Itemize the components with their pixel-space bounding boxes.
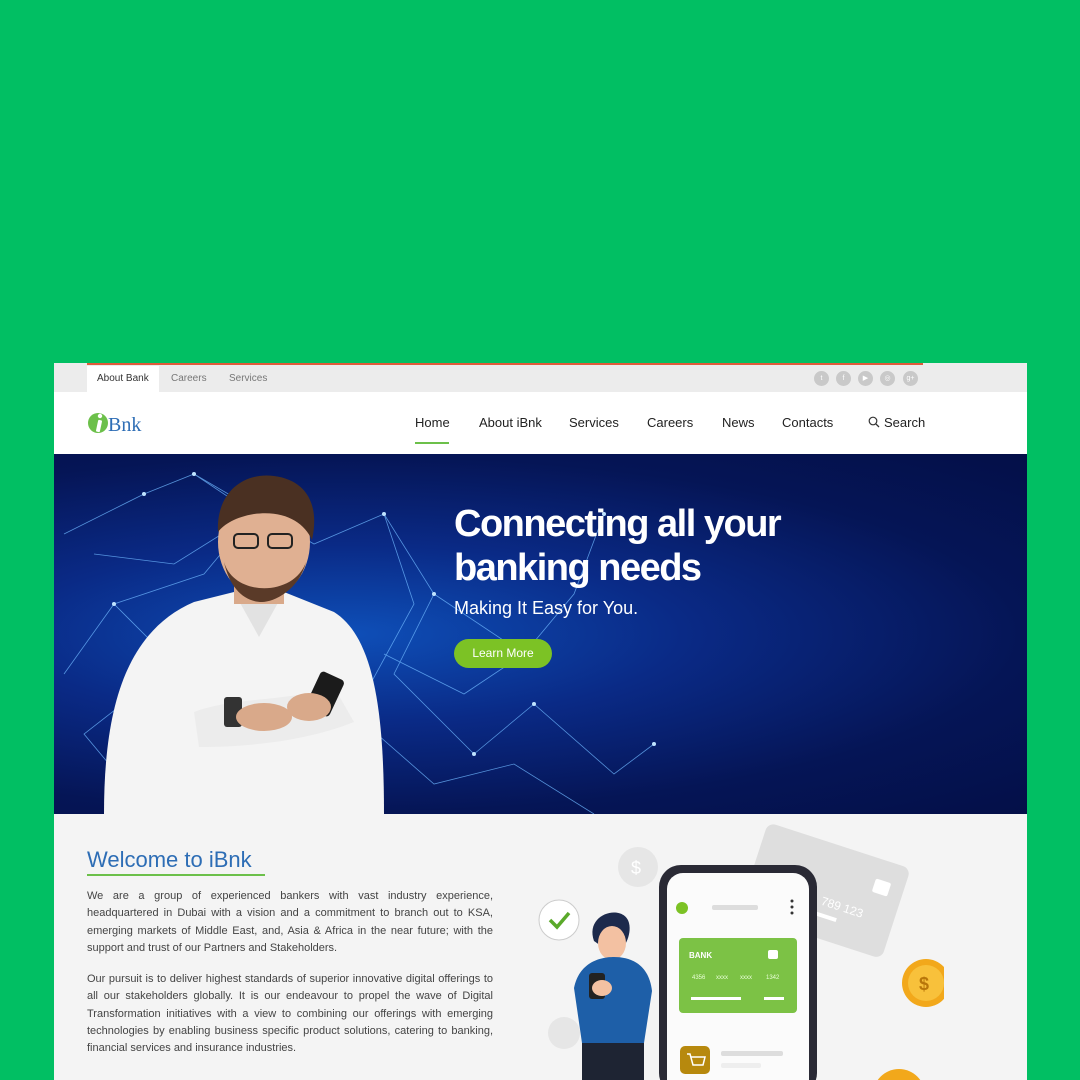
website-screenshot: About Bank Careers Services t f ▶ ◎ g+ B… [54, 363, 1027, 1080]
svg-text:1342: 1342 [766, 975, 780, 981]
welcome-paragraph-1: We are a group of experienced bankers wi… [87, 890, 493, 954]
nav-search[interactable]: Search [884, 415, 925, 430]
svg-text:4356: 4356 [692, 975, 706, 981]
hero-banner: Connecting all your banking needs Making… [54, 454, 1027, 814]
top-bar: About Bank Careers Services t f ▶ ◎ g+ [54, 363, 1027, 392]
hero-title: Connecting all your banking needs [454, 503, 782, 589]
nav-careers[interactable]: Careers [647, 415, 693, 430]
search-icon[interactable] [868, 416, 880, 428]
google-plus-icon[interactable]: g+ [903, 371, 918, 386]
top-accent-line [87, 363, 923, 365]
toplink-services[interactable]: Services [219, 366, 277, 392]
logo-i-icon [88, 413, 108, 433]
nav-services[interactable]: Services [569, 415, 619, 430]
facebook-icon[interactable]: f [836, 371, 851, 386]
faint-coin-symbol: $ [631, 858, 641, 878]
toplink-careers[interactable]: Careers [161, 366, 217, 392]
main-navbar: Bnk Home About iBnk Services Careers New… [54, 392, 1027, 454]
welcome-underline [87, 874, 265, 876]
toplink-about-bank[interactable]: About Bank [87, 366, 159, 392]
nav-about-ibnk[interactable]: About iBnk [479, 415, 542, 430]
logo-text: Bnk [108, 414, 142, 436]
man-with-phone-image [104, 475, 384, 814]
nav-home[interactable]: Home [415, 415, 450, 430]
svg-text:xxxx: xxxx [740, 975, 752, 981]
welcome-paragraph-2: Our pursuit is to deliver highest standa… [87, 973, 493, 1055]
mobile-banking-illustration: 789 123 $ BANK 4356 xxxx xxxx 1342 $ [524, 823, 950, 1080]
gold-coin-symbol: $ [919, 974, 929, 994]
illustration-graphic: 789 123 $ BANK 4356 xxxx xxxx 1342 $ [538, 824, 950, 1080]
nav-active-indicator [415, 442, 449, 444]
hero-subtitle: Making It Easy for You. [454, 598, 639, 618]
twitter-icon[interactable]: t [814, 371, 829, 386]
welcome-title: Welcome to iBnk [87, 847, 252, 872]
learn-more-button[interactable]: Learn More [454, 639, 552, 668]
instagram-icon[interactable]: ◎ [880, 371, 895, 386]
card-bank-label: BANK [689, 951, 712, 960]
nav-contacts[interactable]: Contacts [782, 415, 833, 430]
svg-text:xxxx: xxxx [716, 975, 728, 981]
youtube-icon[interactable]: ▶ [858, 371, 873, 386]
ibnk-logo[interactable]: Bnk [87, 410, 147, 438]
nav-news[interactable]: News [722, 415, 755, 430]
